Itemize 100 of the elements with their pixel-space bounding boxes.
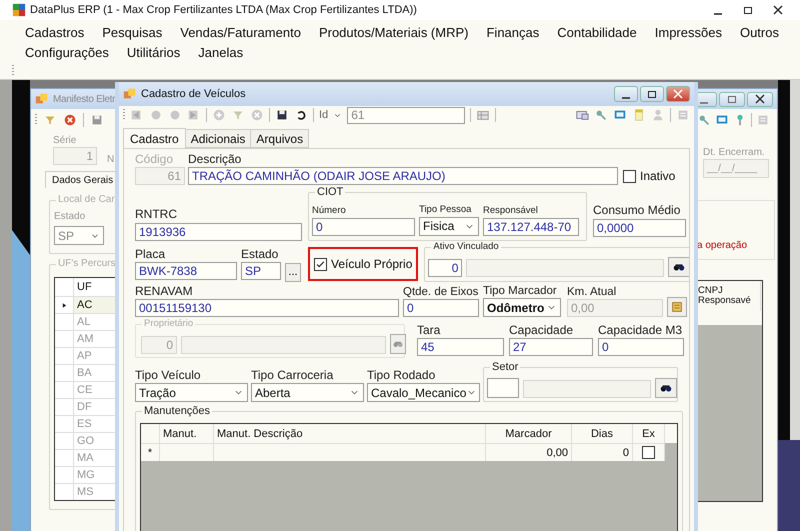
checkbox-label: Veículo Próprio [331, 258, 412, 271]
key-icon[interactable] [594, 108, 608, 122]
key-icon[interactable] [697, 113, 711, 127]
checkmark-icon [315, 258, 326, 270]
app-icon [12, 3, 26, 17]
text-field[interactable] [487, 378, 519, 398]
list-icon[interactable] [756, 113, 770, 127]
field-label: Capacidade M3 [598, 324, 684, 338]
field-label: Tipo Marcador [483, 284, 558, 298]
text-field[interactable]: 0,0000 [593, 218, 686, 237]
minimize-button[interactable] [614, 86, 638, 102]
tab[interactable]: Adicionais [184, 129, 252, 148]
table-cell[interactable]: 0,00 [486, 444, 572, 462]
text-field[interactable]: 0 [312, 218, 415, 236]
user-icon[interactable] [651, 108, 665, 122]
field-label: Série [53, 135, 78, 146]
menu-item[interactable]: Configurações [25, 44, 109, 60]
text-field[interactable]: 0 [598, 338, 684, 356]
checkbox[interactable] [623, 170, 636, 184]
window-title: Cadastro de Veículos [141, 88, 247, 100]
dropdown[interactable]: Tração [135, 383, 248, 402]
checkbox[interactable] [314, 258, 327, 271]
note-icon[interactable] [632, 108, 646, 122]
field-label: Capacidade [509, 324, 574, 338]
text-field[interactable] [466, 258, 664, 277]
close-icon [773, 5, 783, 15]
menu-item[interactable]: Pesquisas [102, 24, 162, 40]
menu-item[interactable]: Finanças [486, 24, 540, 40]
table-icon[interactable] [476, 108, 490, 122]
dropdown[interactable]: Odômetro [483, 298, 561, 318]
field-label: Km. Atual [567, 286, 618, 298]
text-field[interactable]: 1913936 [135, 222, 302, 241]
field-label: N [107, 154, 114, 165]
minimize-icon [700, 102, 708, 104]
field-label: Qtde. de Eixos [403, 286, 479, 298]
menu-item[interactable]: Utilitários [126, 44, 180, 60]
group-label: Ativo Vinculado [431, 242, 501, 252]
dropdown[interactable]: SP [54, 226, 104, 245]
window-icon[interactable] [575, 108, 589, 122]
field-label: Descrição [188, 153, 242, 166]
field-label: Tipo Veículo [135, 369, 202, 382]
text-field[interactable]: 0 [428, 258, 462, 277]
app-title: DataPlus ERP (1 - Max Crop Fertilizantes LTDA (Max Crop Fertilizantes LTDA)) [30, 4, 418, 16]
table-cell[interactable]: 0 [572, 444, 633, 462]
maximize-icon [727, 94, 737, 104]
field-label: Dt. Encerram. [703, 147, 766, 158]
menu-item[interactable]: Produtos/Materiais (MRP) [318, 24, 468, 40]
tab[interactable]: Arquivos [250, 129, 310, 148]
checkbox-label: Inativo [640, 170, 676, 184]
minimize-icon [622, 97, 630, 99]
group-label: Setor [490, 362, 520, 374]
text-field[interactable]: 0 [403, 299, 479, 318]
scroll-icon [670, 300, 684, 314]
checkbox[interactable] [642, 446, 655, 460]
group-label: Proprietário [142, 319, 196, 329]
ellipsis-button[interactable]: ... [285, 262, 301, 282]
maximize-icon [647, 89, 657, 99]
menu-item[interactable]: Vendas/Faturamento [180, 24, 301, 40]
save-icon[interactable] [275, 108, 289, 122]
window-icon [123, 87, 137, 101]
dropdown[interactable]: Fisica [419, 216, 479, 236]
id-field[interactable]: 61 [347, 106, 466, 124]
text-field[interactable]: 00151159130 [135, 299, 399, 318]
text-field[interactable] [523, 380, 651, 398]
text-field[interactable]: TRAÇÃO CAMINHÃO (ODAIR JOSE ARAUJO) [188, 167, 618, 186]
maximize-icon [743, 5, 753, 15]
list-icon[interactable] [676, 108, 690, 122]
field-label: Estado [54, 211, 86, 222]
close-icon [673, 89, 683, 99]
group-label: Local de Car [56, 195, 117, 205]
menu-item[interactable]: Impressões [654, 24, 722, 40]
window-title: Manifesto Eletr [53, 94, 116, 104]
field-label: Número [312, 206, 347, 217]
field-label: Tara [417, 324, 442, 338]
window-icon [35, 92, 49, 106]
plus-icon[interactable] [212, 108, 226, 122]
menu-item[interactable]: Cadastros [25, 24, 84, 40]
menu-item[interactable]: Outros [740, 24, 779, 40]
maximize-button[interactable] [640, 86, 664, 102]
search-button[interactable] [668, 256, 689, 277]
cancel-icon[interactable] [63, 113, 77, 127]
field-label: RNTRC [135, 208, 178, 222]
scroll-button[interactable] [667, 297, 687, 318]
group-label: CIOT [315, 187, 346, 198]
field-label: Placa [135, 248, 166, 262]
text-field[interactable]: BWK-7838 [135, 262, 237, 280]
text-field[interactable]: 27 [509, 338, 593, 356]
dropdown[interactable]: Cavalo_Mecanico [367, 383, 480, 402]
close-button[interactable] [747, 92, 773, 106]
search-button[interactable] [655, 378, 677, 398]
text-field[interactable]: SP [241, 262, 281, 280]
dropdown[interactable]: Aberta [251, 383, 364, 402]
id-label: Id [319, 108, 328, 122]
text-field[interactable]: 45 [417, 338, 504, 356]
group-label: UF's Percurs [56, 259, 118, 269]
tab[interactable]: Cadastro [123, 128, 186, 148]
menu-item[interactable]: Contabilidade [557, 24, 637, 40]
text-field[interactable]: 137.127.448-70 [483, 218, 579, 236]
group-label: Manutenções [142, 406, 212, 418]
menu-item[interactable]: Janelas [198, 44, 244, 60]
